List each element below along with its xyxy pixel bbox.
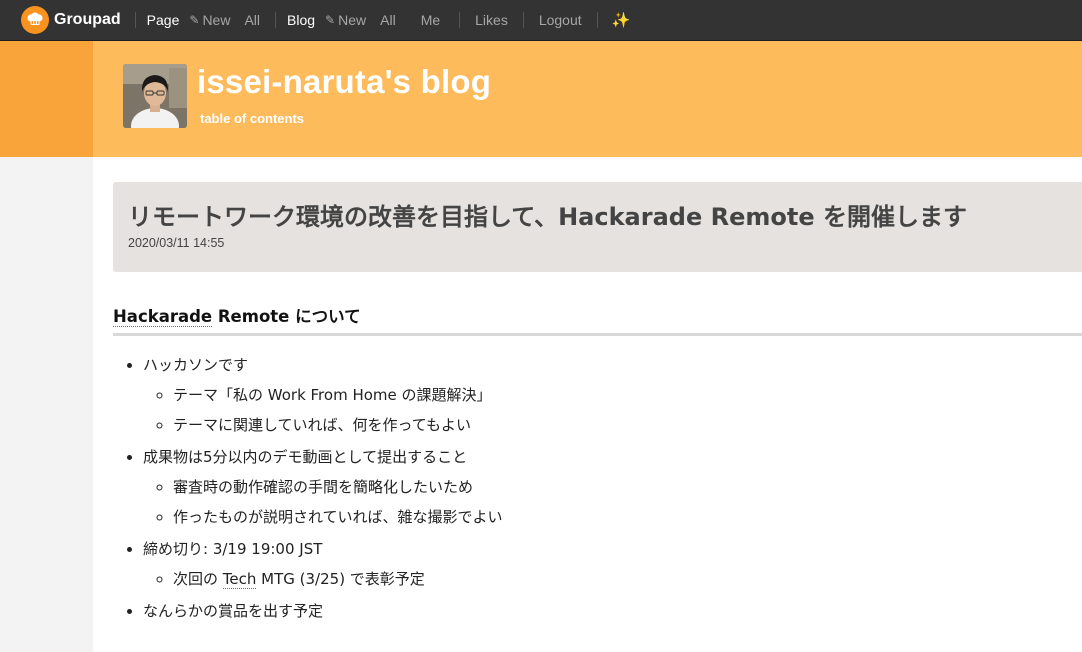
- left-gutter-header: [0, 41, 93, 157]
- nav-blog-section[interactable]: Blog: [287, 12, 315, 28]
- sub-list-item: 審査時の動作確認の手間を簡略化したいため: [173, 472, 1013, 502]
- section-heading-rest: Remote について: [212, 307, 361, 326]
- list-item: 締め切り: 3/19 19:00 JST 次回の Tech MTG (3/25)…: [143, 534, 1013, 594]
- sub-list-item: テーマ「私の Work From Home の課題解決」: [173, 380, 1013, 410]
- sub-list-item-suffix: MTG (3/25) で表彰予定: [256, 570, 425, 588]
- nav-divider: [275, 12, 277, 28]
- list-item-text: なんらかの賞品を出す予定: [143, 602, 324, 620]
- brand-name: Groupad: [54, 11, 121, 28]
- sub-bullet-list: テーマ「私の Work From Home の課題解決」 テーマに関連していれば…: [143, 380, 1013, 440]
- blog-title[interactable]: issei-naruta's blog: [197, 63, 491, 101]
- table-of-contents-link[interactable]: table of contents: [200, 111, 304, 126]
- chef-hat-logo-icon: [21, 6, 49, 34]
- brand-home-link[interactable]: Groupad: [21, 6, 121, 34]
- nav-blog-all-link[interactable]: All: [380, 12, 396, 28]
- tech-link[interactable]: Tech: [222, 570, 257, 589]
- nav-blog-me-link[interactable]: Me: [421, 12, 440, 28]
- list-item: なんらかの賞品を出す予定: [143, 596, 1013, 626]
- nav-likes-link[interactable]: Likes: [475, 12, 508, 28]
- list-item-text: 締め切り: 3/19 19:00 JST: [143, 540, 323, 558]
- left-gutter: [0, 157, 93, 652]
- sub-bullet-list: 審査時の動作確認の手間を簡略化したいため 作ったものが説明されていれば、雑な撮影…: [143, 472, 1013, 532]
- pencil-icon: ✎: [189, 13, 200, 27]
- nav-page-section[interactable]: Page: [147, 12, 180, 28]
- list-item-text: ハッカソンです: [143, 356, 249, 374]
- nav-page-all-link[interactable]: All: [244, 12, 260, 28]
- post-body: ハッカソンです テーマ「私の Work From Home の課題解決」 テーマ…: [113, 350, 1013, 628]
- nav-divider: [459, 12, 461, 28]
- nav-logout-link[interactable]: Logout: [539, 12, 582, 28]
- author-avatar[interactable]: [123, 64, 187, 128]
- sub-list-item: テーマに関連していれば、何を作ってもよい: [173, 410, 1013, 440]
- top-nav-bar: Groupad Page ✎ New All Blog ✎ New All Me…: [0, 0, 1082, 41]
- sub-list-item: 作ったものが説明されていれば、雑な撮影でよい: [173, 502, 1013, 532]
- nav-blog-new-link[interactable]: ✎ New: [325, 12, 366, 28]
- nav-blog-new-label: New: [338, 12, 367, 28]
- sparkle-icon[interactable]: ✨: [612, 11, 631, 29]
- sub-list-item: 次回の Tech MTG (3/25) で表彰予定: [173, 564, 1013, 594]
- sub-list-item-prefix: 次回の: [173, 570, 223, 588]
- nav-page-new-label: New: [202, 12, 231, 28]
- post-header: リモートワーク環境の改善を目指して、Hackarade Remote を開催しま…: [113, 182, 1082, 272]
- post-date: 2020/03/11 14:55: [128, 236, 225, 250]
- sub-bullet-list: 次回の Tech MTG (3/25) で表彰予定: [143, 564, 1013, 594]
- nav-divider: [522, 12, 524, 28]
- pencil-icon: ✎: [325, 13, 336, 27]
- section-heading: Hackarade Remote について: [113, 303, 1082, 336]
- list-item-text: 成果物は5分以内のデモ動画として提出すること: [143, 448, 468, 466]
- list-item: ハッカソンです テーマ「私の Work From Home の課題解決」 テーマ…: [143, 350, 1013, 440]
- list-item: 成果物は5分以内のデモ動画として提出すること 審査時の動作確認の手間を簡略化した…: [143, 442, 1013, 532]
- nav-page-new-link[interactable]: ✎ New: [189, 12, 230, 28]
- nav-divider: [596, 12, 598, 28]
- hackarade-link[interactable]: Hackarade: [113, 307, 213, 327]
- nav-divider: [134, 12, 136, 28]
- bullet-list: ハッカソンです テーマ「私の Work From Home の課題解決」 テーマ…: [113, 350, 1013, 626]
- blog-header: issei-naruta's blog table of contents: [93, 41, 1082, 157]
- post-title: リモートワーク環境の改善を目指して、Hackarade Remote を開催しま…: [128, 203, 967, 231]
